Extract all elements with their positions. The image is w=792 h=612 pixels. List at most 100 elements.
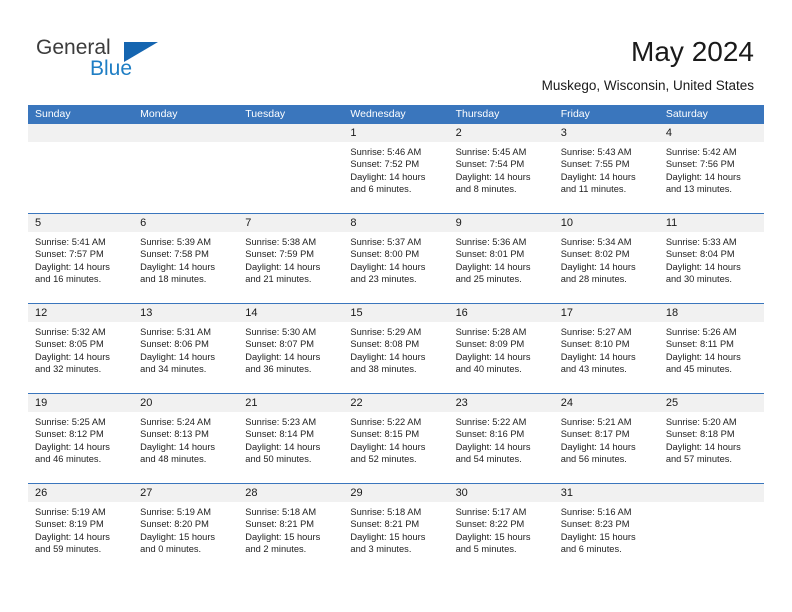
- day-cell[interactable]: 2 Sunrise: 5:45 AM Sunset: 7:54 PM Dayli…: [448, 124, 554, 213]
- daylight-text: Daylight: 14 hours and 48 minutes.: [140, 441, 216, 465]
- day-cell[interactable]: 9 Sunrise: 5:36 AM Sunset: 8:01 PM Dayli…: [448, 214, 554, 303]
- day-cell[interactable]: 23 Sunrise: 5:22 AM Sunset: 8:16 PM Dayl…: [448, 394, 554, 483]
- week-row: 1 Sunrise: 5:46 AM Sunset: 7:52 PM Dayli…: [28, 124, 764, 213]
- day-details: Sunrise: 5:28 AM Sunset: 8:09 PM Dayligh…: [449, 322, 554, 376]
- daylight-text: Daylight: 14 hours and 30 minutes.: [665, 261, 741, 285]
- sunrise-text: Sunrise: 5:16 AM: [560, 507, 632, 517]
- sunset-text: Sunset: 8:17 PM: [560, 429, 630, 440]
- day-number-band: 31: [553, 484, 659, 502]
- day-cell[interactable]: 31 Sunrise: 5:16 AM Sunset: 8:23 PM Dayl…: [553, 484, 659, 573]
- daylight-text: Daylight: 14 hours and 54 minutes.: [455, 441, 531, 465]
- day-cell[interactable]: 15 Sunrise: 5:29 AM Sunset: 8:08 PM Dayl…: [343, 304, 449, 393]
- weekday-header-wednesday: Wednesday: [350, 108, 406, 120]
- day-cell[interactable]: 12 Sunrise: 5:32 AM Sunset: 8:05 PM Dayl…: [28, 304, 134, 393]
- day-cell[interactable]: 30 Sunrise: 5:17 AM Sunset: 8:22 PM Dayl…: [448, 484, 554, 573]
- page-header: General Blue May 2024 Muskego, Wisconsin…: [0, 0, 792, 100]
- day-number: 14: [245, 307, 258, 319]
- sunset-text: Sunset: 8:10 PM: [560, 339, 630, 350]
- day-cell[interactable]: 4 Sunrise: 5:42 AM Sunset: 7:56 PM Dayli…: [658, 124, 764, 213]
- daylight-text: Daylight: 14 hours and 38 minutes.: [350, 351, 426, 375]
- daylight-text: Daylight: 14 hours and 45 minutes.: [665, 351, 741, 375]
- day-cell[interactable]: 3 Sunrise: 5:43 AM Sunset: 7:55 PM Dayli…: [553, 124, 659, 213]
- day-cell[interactable]: 24 Sunrise: 5:21 AM Sunset: 8:17 PM Dayl…: [553, 394, 659, 483]
- daylight-text: Daylight: 14 hours and 6 minutes.: [350, 171, 426, 195]
- sunset-text: Sunset: 7:55 PM: [560, 159, 630, 170]
- sunset-text: Sunset: 8:22 PM: [455, 519, 525, 530]
- weekday-header-saturday: Saturday: [665, 108, 708, 120]
- day-number-band: 23: [448, 394, 554, 412]
- day-cell[interactable]: 7 Sunrise: 5:38 AM Sunset: 7:59 PM Dayli…: [238, 214, 344, 303]
- sunrise-text: Sunrise: 5:19 AM: [140, 507, 211, 517]
- day-cell[interactable]: 20 Sunrise: 5:24 AM Sunset: 8:13 PM Dayl…: [133, 394, 239, 483]
- daylight-text: Daylight: 14 hours and 18 minutes.: [140, 261, 216, 285]
- day-number: 12: [35, 307, 48, 319]
- sunrise-text: Sunrise: 5:18 AM: [245, 507, 317, 517]
- day-number-band: 11: [658, 214, 764, 232]
- daylight-text: Daylight: 14 hours and 25 minutes.: [455, 261, 531, 285]
- day-number: 11: [665, 217, 678, 229]
- sunrise-text: Sunrise: 5:24 AM: [140, 417, 211, 427]
- day-details: Sunrise: 5:26 AM Sunset: 8:11 PM Dayligh…: [659, 322, 764, 376]
- sunrise-text: Sunrise: 5:38 AM: [245, 237, 317, 247]
- calendar-grid: Sunday Monday Tuesday Wednesday Thursday…: [28, 105, 764, 573]
- sunset-text: Sunset: 8:14 PM: [245, 429, 315, 440]
- day-number: 17: [560, 307, 573, 319]
- sunrise-text: Sunrise: 5:28 AM: [455, 327, 527, 337]
- day-number-band: 14: [238, 304, 344, 322]
- day-cell[interactable]: 17 Sunrise: 5:27 AM Sunset: 8:10 PM Dayl…: [553, 304, 659, 393]
- day-number: 18: [665, 307, 679, 319]
- day-details: Sunrise: 5:19 AM Sunset: 8:19 PM Dayligh…: [28, 502, 133, 556]
- day-cell[interactable]: 28 Sunrise: 5:18 AM Sunset: 8:21 PM Dayl…: [238, 484, 344, 573]
- day-number-band: 17: [553, 304, 659, 322]
- day-number-band: 12: [28, 304, 134, 322]
- daylight-text: Daylight: 14 hours and 23 minutes.: [350, 261, 426, 285]
- page-title: May 2024: [631, 36, 754, 67]
- generalblue-logo[interactable]: General Blue: [36, 36, 216, 88]
- sunset-text: Sunset: 8:08 PM: [350, 339, 420, 350]
- day-number: 13: [140, 307, 153, 319]
- day-details: Sunrise: 5:46 AM Sunset: 7:52 PM Dayligh…: [343, 142, 448, 196]
- day-cell[interactable]: 18 Sunrise: 5:26 AM Sunset: 8:11 PM Dayl…: [658, 304, 764, 393]
- day-cell[interactable]: 25 Sunrise: 5:20 AM Sunset: 8:18 PM Dayl…: [658, 394, 764, 483]
- day-number: 23: [455, 397, 468, 409]
- daylight-text: Daylight: 14 hours and 8 minutes.: [455, 171, 531, 195]
- day-details: Sunrise: 5:23 AM Sunset: 8:14 PM Dayligh…: [238, 412, 343, 466]
- day-details: Sunrise: 5:34 AM Sunset: 8:02 PM Dayligh…: [554, 232, 659, 286]
- day-number-band: 15: [343, 304, 449, 322]
- day-cell: [133, 124, 239, 213]
- day-cell[interactable]: 5 Sunrise: 5:41 AM Sunset: 7:57 PM Dayli…: [28, 214, 134, 303]
- sunrise-text: Sunrise: 5:27 AM: [560, 327, 632, 337]
- sunrise-text: Sunrise: 5:41 AM: [35, 237, 106, 247]
- day-number-band: 26: [28, 484, 134, 502]
- weekday-header-thursday: Thursday: [455, 108, 500, 120]
- day-cell[interactable]: 27 Sunrise: 5:19 AM Sunset: 8:20 PM Dayl…: [133, 484, 239, 573]
- day-number-band: 5: [28, 214, 134, 232]
- day-cell[interactable]: 10 Sunrise: 5:34 AM Sunset: 8:02 PM Dayl…: [553, 214, 659, 303]
- day-number: 28: [245, 487, 258, 499]
- sunset-text: Sunset: 8:15 PM: [350, 429, 420, 440]
- daylight-text: Daylight: 14 hours and 32 minutes.: [35, 351, 110, 375]
- day-number: 31: [560, 487, 573, 499]
- day-number-band: 13: [133, 304, 239, 322]
- day-details: Sunrise: 5:41 AM Sunset: 7:57 PM Dayligh…: [28, 232, 133, 286]
- day-cell[interactable]: 21 Sunrise: 5:23 AM Sunset: 8:14 PM Dayl…: [238, 394, 344, 483]
- day-cell[interactable]: 29 Sunrise: 5:18 AM Sunset: 8:21 PM Dayl…: [343, 484, 449, 573]
- day-cell[interactable]: 26 Sunrise: 5:19 AM Sunset: 8:19 PM Dayl…: [28, 484, 134, 573]
- day-number-band: [133, 124, 239, 142]
- day-number: 1: [350, 127, 357, 139]
- day-cell[interactable]: 6 Sunrise: 5:39 AM Sunset: 7:58 PM Dayli…: [133, 214, 239, 303]
- day-details: Sunrise: 5:36 AM Sunset: 8:01 PM Dayligh…: [449, 232, 554, 286]
- day-cell[interactable]: 19 Sunrise: 5:25 AM Sunset: 8:12 PM Dayl…: [28, 394, 134, 483]
- day-cell[interactable]: 11 Sunrise: 5:33 AM Sunset: 8:04 PM Dayl…: [658, 214, 764, 303]
- sunrise-text: Sunrise: 5:33 AM: [665, 237, 737, 247]
- day-cell[interactable]: 16 Sunrise: 5:28 AM Sunset: 8:09 PM Dayl…: [448, 304, 554, 393]
- sunrise-text: Sunrise: 5:32 AM: [35, 327, 106, 337]
- day-cell[interactable]: 22 Sunrise: 5:22 AM Sunset: 8:15 PM Dayl…: [343, 394, 449, 483]
- day-cell[interactable]: 1 Sunrise: 5:46 AM Sunset: 7:52 PM Dayli…: [343, 124, 449, 213]
- day-cell: [238, 124, 344, 213]
- sunset-text: Sunset: 7:56 PM: [665, 159, 735, 170]
- sunset-text: Sunset: 8:16 PM: [455, 429, 525, 440]
- day-cell[interactable]: 13 Sunrise: 5:31 AM Sunset: 8:06 PM Dayl…: [133, 304, 239, 393]
- day-cell[interactable]: 8 Sunrise: 5:37 AM Sunset: 8:00 PM Dayli…: [343, 214, 449, 303]
- day-cell[interactable]: 14 Sunrise: 5:30 AM Sunset: 8:07 PM Dayl…: [238, 304, 344, 393]
